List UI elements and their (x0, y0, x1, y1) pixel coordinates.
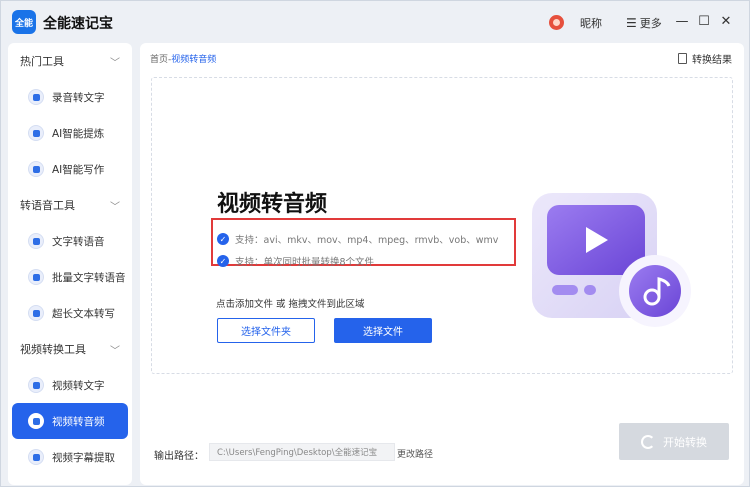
sidebar-item-ai-refine[interactable]: AI智能提炼 (8, 115, 132, 151)
result-label: 转换结果 (692, 55, 732, 66)
sidebar-group-video-tools[interactable]: 视频转换工具 ﹀ (8, 331, 132, 367)
select-file-button[interactable]: 选择文件 (334, 318, 432, 343)
page-title: 视频转音频 (217, 192, 328, 217)
sidebar-item-label: AI智能写作 (52, 163, 105, 176)
sidebar-item-label: 视频转音频 (52, 415, 105, 428)
breadcrumb: 首页-视频转音频 (150, 52, 216, 65)
check-icon: ✓ (217, 255, 229, 267)
close-button[interactable]: ✕ (718, 13, 734, 29)
select-folder-button[interactable]: 选择文件夹 (217, 318, 315, 343)
video-to-audio-illustration (532, 193, 691, 327)
more-label: 更多 (639, 17, 662, 30)
sidebar-item-label: 录音转文字 (52, 91, 105, 104)
main-panel: 首页-视频转音频 转换结果 视频转音频 ✓ 支持：avi、mkv、mov、mp4、… (140, 43, 744, 485)
avatar[interactable] (549, 15, 564, 30)
recording-icon (28, 89, 44, 105)
check-icon: ✓ (217, 233, 229, 245)
file-drop-zone[interactable]: 视频转音频 ✓ 支持：avi、mkv、mov、mp4、mpeg、rmvb、vob、… (151, 77, 733, 374)
output-path-label: 输出路径： (154, 451, 204, 462)
nickname-link[interactable]: 昵称 (580, 15, 602, 31)
speech-icon (28, 233, 44, 249)
drop-hint: 点击添加文件 或 拖拽文件到此区域 (216, 299, 365, 310)
support-batch-text: 支持：单次同时批量转换8个文件 (235, 257, 375, 268)
audio-wave-icon (641, 434, 655, 449)
sidebar: 热门工具 ﹀ 录音转文字 AI智能提炼 AI智能写作 转语音工具 ﹀ 文字转语音 批… (8, 43, 132, 485)
sidebar-item-video-to-text[interactable]: 视频转文字 (8, 367, 132, 403)
sidebar-item-label: 文字转语音 (52, 235, 105, 248)
chevron-down-icon: ﹀ (110, 201, 120, 213)
sidebar-item-label: 批量文字转语音 (52, 271, 126, 284)
breadcrumb-home[interactable]: 首页 (150, 55, 168, 65)
app-title: 全能速记宝 (43, 16, 113, 32)
ai-refine-icon (28, 125, 44, 141)
sidebar-item-ai-writing[interactable]: AI智能写作 (8, 151, 132, 187)
video-audio-icon (28, 413, 44, 429)
app-window: 全能 全能速记宝 昵称 ☰ 更多 — ☐ ✕ 热门工具 ﹀ 录音转文字 AI智能提炼… (0, 0, 750, 487)
batch-speech-icon (28, 269, 44, 285)
subtitle-icon (28, 449, 44, 465)
group-label: 转语音工具 (20, 199, 75, 212)
app-logo-icon: 全能 (12, 10, 36, 34)
output-path-field[interactable]: C:\Users\FengPing\Desktop\全能速记宝 (209, 443, 395, 461)
support-formats: ✓ 支持：avi、mkv、mov、mp4、mpeg、rmvb、vob、wmv (217, 232, 498, 246)
group-label: 视频转换工具 (20, 343, 86, 356)
sidebar-item-label: 超长文本转写 (52, 307, 115, 320)
sidebar-group-hot-tools[interactable]: 热门工具 ﹀ (8, 43, 132, 79)
start-label: 开始转换 (663, 435, 707, 449)
sidebar-item-label: AI智能提炼 (52, 127, 105, 140)
long-text-icon (28, 305, 44, 321)
sidebar-item-label: 视频转文字 (52, 379, 105, 392)
sidebar-item-subtitle-extract[interactable]: 视频字幕提取 (8, 439, 132, 475)
maximize-button[interactable]: ☐ (696, 13, 712, 29)
conversion-result-button[interactable]: 转换结果 (678, 51, 732, 66)
title-bar: 全能 全能速记宝 昵称 ☰ 更多 — ☐ ✕ (1, 1, 749, 43)
breadcrumb-current: 视频转音频 (171, 55, 217, 65)
ai-writing-icon (28, 161, 44, 177)
sidebar-item-video-to-audio[interactable]: 视频转音频 (12, 403, 128, 439)
more-menu-button[interactable]: ☰ 更多 (626, 15, 662, 31)
support-batch: ✓ 支持：单次同时批量转换8个文件 (217, 254, 374, 268)
start-conversion-button[interactable]: 开始转换 (619, 423, 729, 460)
sidebar-item-label: 视频字幕提取 (52, 451, 115, 464)
chevron-down-icon: ﹀ (110, 345, 120, 357)
group-label: 热门工具 (20, 55, 64, 68)
change-path-link[interactable]: 更改路径 (397, 447, 433, 460)
sidebar-item-batch-tts[interactable]: 批量文字转语音 (8, 259, 132, 295)
sidebar-item-long-text[interactable]: 超长文本转写 (8, 295, 132, 331)
menu-icon: ☰ (626, 16, 637, 30)
sidebar-item-text-to-speech[interactable]: 文字转语音 (8, 223, 132, 259)
minimize-button[interactable]: — (674, 13, 690, 29)
chevron-down-icon: ﹀ (110, 57, 120, 69)
sidebar-group-tts-tools[interactable]: 转语音工具 ﹀ (8, 187, 132, 223)
document-icon (678, 53, 687, 64)
sidebar-item-recording-to-text[interactable]: 录音转文字 (8, 79, 132, 115)
video-text-icon (28, 377, 44, 393)
support-formats-text: 支持：avi、mkv、mov、mp4、mpeg、rmvb、vob、wmv (235, 235, 499, 246)
